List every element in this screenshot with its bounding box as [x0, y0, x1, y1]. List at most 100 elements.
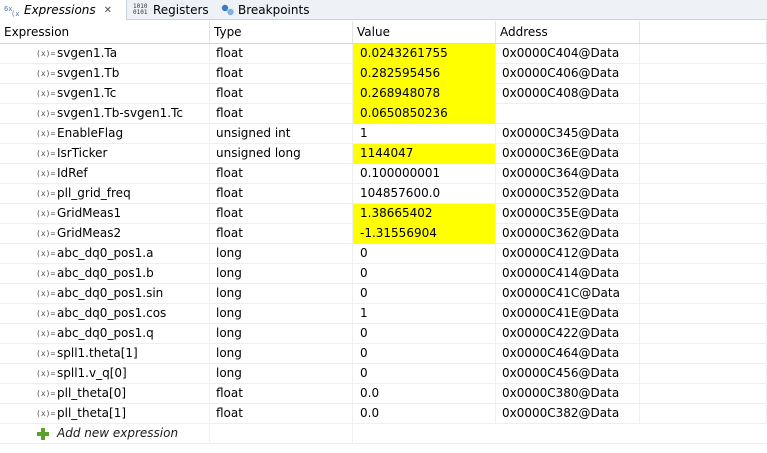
type-cell: float	[210, 384, 353, 404]
table-row[interactable]: (x)= GridMeas1 float 1.38665402 0x0000C35E@D…	[0, 204, 767, 224]
variable-icon: (x)=	[36, 369, 56, 378]
tab-expressions[interactable]: 6x (x) Expressions ✕	[0, 0, 127, 20]
expression-cell[interactable]: (x)= GridMeas2	[0, 224, 210, 244]
address-cell: 0x0000C362@Data	[496, 224, 640, 244]
column-header-value[interactable]: Value	[353, 21, 496, 43]
value-cell[interactable]: 104857600.0	[353, 184, 496, 204]
value-cell[interactable]: 0.0243261755	[353, 44, 496, 64]
filler-cell	[640, 404, 767, 424]
address-cell: 0x0000C412@Data	[496, 244, 640, 264]
expression-cell[interactable]: (x)= abc_dq0_pos1.cos	[0, 304, 210, 324]
variable-icon: (x)=	[36, 209, 56, 218]
tab-registers[interactable]: 1010 0101 Registers	[133, 0, 209, 20]
expression-cell[interactable]: (x)= abc_dq0_pos1.b	[0, 264, 210, 284]
add-expression-row[interactable]: Add new expression	[0, 424, 767, 444]
value-cell[interactable]: 0.100000001	[353, 164, 496, 184]
expression-name: IsrTicker	[57, 146, 108, 160]
table-row[interactable]: (x)= spll1.v_q[0] long 0 0x0000C456@Data	[0, 364, 767, 384]
expression-name: IdRef	[57, 166, 88, 180]
expression-cell[interactable]: (x)= EnableFlag	[0, 124, 210, 144]
filler-cell	[640, 324, 767, 344]
table-row[interactable]: (x)= pll_grid_freq float 104857600.0 0x0000C…	[0, 184, 767, 204]
expression-cell[interactable]: (x)= svgen1.Tb-svgen1.Tc	[0, 104, 210, 124]
value-cell[interactable]: 1144047	[353, 144, 496, 164]
table-row[interactable]: (x)= spll1.theta[1] long 0 0x0000C464@Data	[0, 344, 767, 364]
expression-name: abc_dq0_pos1.sin	[57, 286, 164, 300]
value-cell[interactable]: 0.0	[353, 384, 496, 404]
column-header-type[interactable]: Type	[210, 21, 353, 43]
value-cell[interactable]: 0.282595456	[353, 64, 496, 84]
table-row[interactable]: (x)= IdRef float 0.100000001 0x0000C364@Data	[0, 164, 767, 184]
expression-cell[interactable]: (x)= pll_theta[0]	[0, 384, 210, 404]
table-row[interactable]: (x)= IsrTicker unsigned long 1144047 0x0000C…	[0, 144, 767, 164]
expression-name: pll_grid_freq	[57, 186, 131, 200]
variable-icon: (x)=	[36, 389, 56, 398]
expression-cell[interactable]: (x)= abc_dq0_pos1.sin	[0, 284, 210, 304]
value-cell[interactable]: 0	[353, 324, 496, 344]
expression-cell[interactable]: (x)= svgen1.Tb	[0, 64, 210, 84]
expression-name: GridMeas2	[57, 226, 122, 240]
filler-cell	[640, 344, 767, 364]
type-cell	[210, 424, 353, 444]
table-row[interactable]: (x)= svgen1.Ta float 0.0243261755 0x0000C404…	[0, 44, 767, 64]
expression-cell[interactable]: (x)= svgen1.Ta	[0, 44, 210, 64]
value-cell[interactable]: 0	[353, 344, 496, 364]
table-row[interactable]: (x)= svgen1.Tc float 0.268948078 0x0000C408@…	[0, 84, 767, 104]
value-cell[interactable]: -1.31556904	[353, 224, 496, 244]
address-cell: 0x0000C41C@Data	[496, 284, 640, 304]
column-header-expression[interactable]: Expression	[0, 21, 210, 43]
value-cell[interactable]: 1.38665402	[353, 204, 496, 224]
filler-cell	[640, 384, 767, 404]
value-cell[interactable]: 0.0650850236	[353, 104, 496, 124]
expression-cell[interactable]: (x)= pll_theta[1]	[0, 404, 210, 424]
tab-breakpoints[interactable]: Breakpoints	[221, 0, 309, 20]
table-row[interactable]: (x)= abc_dq0_pos1.cos long 1 0x0000C41E@Data	[0, 304, 767, 324]
type-cell: long	[210, 364, 353, 384]
filler-cell	[640, 84, 767, 104]
column-header-filler	[640, 21, 767, 43]
variable-icon: (x)=	[36, 409, 56, 418]
close-icon[interactable]: ✕	[104, 1, 112, 20]
table-row[interactable]: (x)= EnableFlag unsigned int 1 0x0000C345@Da…	[0, 124, 767, 144]
expression-cell[interactable]: (x)= pll_grid_freq	[0, 184, 210, 204]
value-cell[interactable]: 0	[353, 364, 496, 384]
add-expression-cell[interactable]: Add new expression	[0, 424, 210, 444]
value-cell[interactable]: 0.268948078	[353, 84, 496, 104]
expression-name: pll_theta[0]	[57, 386, 127, 400]
table-row[interactable]: (x)= abc_dq0_pos1.q long 0 0x0000C422@Data	[0, 324, 767, 344]
expressions-table: Expression Type Value Address (x)= svgen1…	[0, 21, 767, 453]
value-cell[interactable]: 0.0	[353, 404, 496, 424]
variable-icon: (x)=	[36, 229, 56, 238]
expression-cell[interactable]: (x)= IsrTicker	[0, 144, 210, 164]
value-cell[interactable]: 0	[353, 264, 496, 284]
table-row[interactable]: (x)= pll_theta[1] float 0.0 0x0000C382@Data	[0, 404, 767, 424]
table-row[interactable]: (x)= abc_dq0_pos1.sin long 0 0x0000C41C@Data	[0, 284, 767, 304]
expression-cell[interactable]: (x)= svgen1.Tc	[0, 84, 210, 104]
address-cell: 0x0000C414@Data	[496, 264, 640, 284]
expression-cell[interactable]: (x)= spll1.v_q[0]	[0, 364, 210, 384]
type-cell: float	[210, 44, 353, 64]
expression-name: abc_dq0_pos1.cos	[57, 306, 167, 320]
table-row[interactable]: (x)= GridMeas2 float -1.31556904 0x0000C362@…	[0, 224, 767, 244]
value-cell[interactable]: 0	[353, 284, 496, 304]
expression-cell[interactable]: (x)= GridMeas1	[0, 204, 210, 224]
expression-cell[interactable]: (x)= abc_dq0_pos1.q	[0, 324, 210, 344]
table-row[interactable]: (x)= abc_dq0_pos1.b long 0 0x0000C414@Data	[0, 264, 767, 284]
value-cell[interactable]: 1	[353, 304, 496, 324]
variable-icon: (x)=	[36, 309, 56, 318]
expression-cell[interactable]: (x)= IdRef	[0, 164, 210, 184]
value-cell[interactable]: 1	[353, 124, 496, 144]
column-header-address[interactable]: Address	[496, 21, 640, 43]
expression-name: GridMeas1	[57, 206, 122, 220]
value-cell[interactable]: 0	[353, 244, 496, 264]
table-row[interactable]: (x)= abc_dq0_pos1.a long 0 0x0000C412@Data	[0, 244, 767, 264]
address-cell: 0x0000C36E@Data	[496, 144, 640, 164]
table-row[interactable]: (x)= pll_theta[0] float 0.0 0x0000C380@Data	[0, 384, 767, 404]
expression-cell[interactable]: (x)= spll1.theta[1]	[0, 344, 210, 364]
address-cell: 0x0000C352@Data	[496, 184, 640, 204]
type-cell: float	[210, 204, 353, 224]
type-cell: unsigned long	[210, 144, 353, 164]
table-row[interactable]: (x)= svgen1.Tb float 0.282595456 0x0000C406@…	[0, 64, 767, 84]
table-row[interactable]: (x)= svgen1.Tb-svgen1.Tc float 0.0650850236	[0, 104, 767, 124]
expression-cell[interactable]: (x)= abc_dq0_pos1.a	[0, 244, 210, 264]
